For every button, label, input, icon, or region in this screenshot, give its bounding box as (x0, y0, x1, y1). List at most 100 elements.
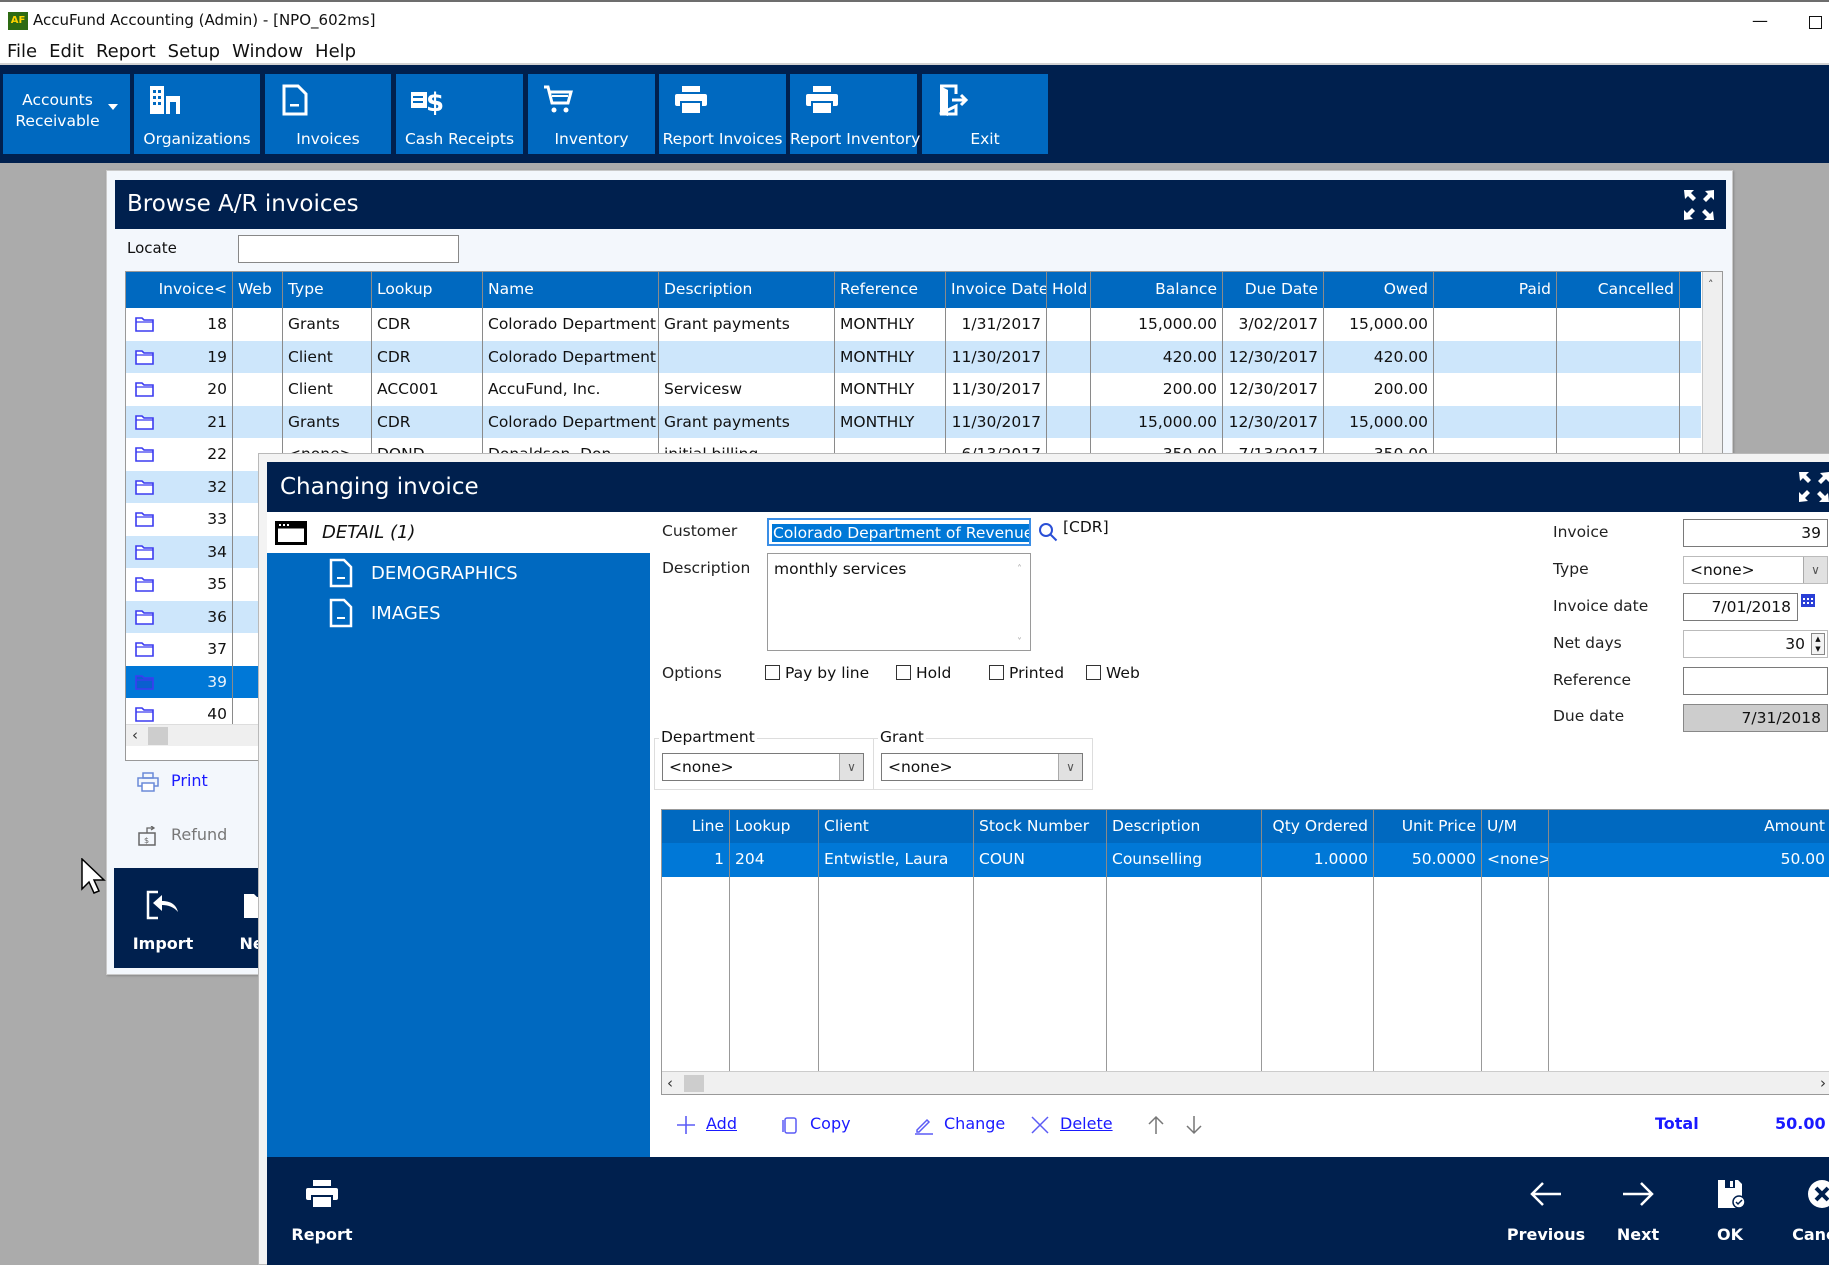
exit-button[interactable]: Exit (922, 74, 1048, 154)
invoices-button[interactable]: Invoices (265, 74, 391, 154)
column-header-invoice-date[interactable]: Invoice Date (946, 272, 1047, 308)
grant-select[interactable]: <none> ∨ (881, 753, 1083, 781)
column-header-due-date[interactable]: Due Date (1223, 272, 1324, 308)
inventory-button[interactable]: Inventory (528, 74, 655, 154)
scrollbar-thumb[interactable] (684, 1075, 704, 1092)
column-header-um[interactable]: U/M (1482, 810, 1549, 843)
column-header-description[interactable]: Description (659, 272, 835, 308)
ok-button[interactable]: OK (1685, 1157, 1775, 1257)
checkbox-box[interactable] (765, 665, 780, 680)
column-header-reference[interactable]: Reference (835, 272, 946, 308)
change-line-button[interactable]: Change (914, 1114, 1005, 1135)
invoice-number-input[interactable]: 39 (1683, 519, 1828, 547)
spinner-icon[interactable]: ▲ ▼ (1811, 633, 1825, 655)
column-header-paid[interactable]: Paid (1434, 272, 1557, 308)
menu-file[interactable]: File (2, 40, 42, 64)
search-icon[interactable] (1038, 522, 1058, 542)
cell-name: Colorado Department of Revenue (483, 308, 659, 341)
scrollbar-thumb[interactable] (148, 727, 168, 745)
column-header-line[interactable]: Line (662, 810, 730, 843)
scroll-left-icon[interactable]: ‹ (667, 1074, 673, 1092)
horizontal-scrollbar[interactable]: ‹ › (662, 1071, 1829, 1094)
column-header-name[interactable]: Name (483, 272, 659, 308)
copy-line-button[interactable]: Copy (780, 1114, 851, 1135)
menu-report[interactable]: Report (91, 40, 161, 64)
print-action[interactable]: Print (137, 771, 208, 792)
minimize-button[interactable]: — (1740, 6, 1780, 36)
reference-input[interactable] (1683, 667, 1828, 695)
cash-receipts-button[interactable]: $ Cash Receipts (396, 74, 523, 154)
column-header-unit-price[interactable]: Unit Price (1374, 810, 1482, 843)
menu-window[interactable]: Window (227, 40, 308, 64)
customer-input[interactable]: Colorado Department of Revenue (767, 518, 1031, 546)
invoice-date-input[interactable]: 7/01/2018 (1683, 593, 1798, 621)
column-header-description[interactable]: Description (1107, 810, 1262, 843)
table-row[interactable]: 1 204 Entwistle, Laura COUN Counselling 1.000… (662, 843, 1829, 877)
menu-help[interactable]: Help (310, 40, 361, 64)
cancel-button[interactable]: Cancel (1777, 1157, 1829, 1257)
table-row[interactable]: 20 Client ACC001 AccuFund, Inc. Servicesw MON… (126, 373, 1701, 406)
column-header-stock-number[interactable]: Stock Number (974, 810, 1107, 843)
printed-checkbox[interactable]: Printed (989, 664, 1064, 682)
column-header-owed[interactable]: Owed (1324, 272, 1434, 308)
column-header-amount[interactable]: Amount (1549, 810, 1829, 843)
add-line-button[interactable]: Add (676, 1114, 737, 1135)
report-invoices-button[interactable]: Report Invoices (659, 74, 786, 154)
net-days-input[interactable]: 30 ▲ ▼ (1683, 630, 1828, 658)
column-header-hold[interactable]: Hold (1047, 272, 1091, 308)
report-inventory-button[interactable]: Report Inventory (790, 74, 920, 154)
next-button[interactable]: Next (1593, 1157, 1683, 1257)
menu-setup[interactable]: Setup (163, 40, 225, 64)
chevron-down-icon[interactable]: ∨ (1803, 557, 1827, 583)
locate-input[interactable] (238, 235, 459, 263)
cell-lookup: CDR (372, 308, 483, 341)
pay-by-line-checkbox[interactable]: Pay by line (765, 664, 869, 682)
checkbox-box[interactable] (1086, 665, 1101, 680)
refund-action[interactable]: $ Refund (137, 825, 227, 846)
dialog-bottom-toolbar: Report Previous Next OK Cancel (267, 1157, 1829, 1265)
move-line-up-button[interactable] (1146, 1114, 1176, 1135)
delete-line-button[interactable]: Delete (1030, 1114, 1113, 1135)
column-header-type[interactable]: Type (283, 272, 372, 308)
nav-item-demographics[interactable]: DEMOGRAPHICS (267, 553, 650, 593)
move-line-down-button[interactable] (1184, 1114, 1214, 1135)
department-select[interactable]: <none> ∨ (662, 753, 864, 781)
column-header-cancelled[interactable]: Cancelled (1557, 272, 1680, 308)
table-row[interactable]: 18 GrantsCDRColorado Department of Revenu… (126, 308, 1701, 341)
scroll-left-icon[interactable]: ‹ (132, 726, 138, 744)
chevron-down-icon[interactable]: ∨ (839, 754, 863, 780)
report-button[interactable]: Report (277, 1157, 367, 1257)
column-header-lookup[interactable]: Lookup (372, 272, 483, 308)
import-button[interactable]: Import (118, 868, 208, 968)
checkbox-box[interactable] (989, 665, 1004, 680)
description-scrollbar[interactable]: ˄ ˅ (1012, 554, 1030, 650)
scroll-right-icon[interactable]: › (1820, 1074, 1826, 1092)
expand-icon[interactable] (1682, 188, 1716, 222)
column-header-web[interactable]: Web (233, 272, 283, 308)
scroll-up-icon[interactable]: ˄ (1708, 278, 1714, 291)
table-row[interactable]: 21 GrantsCDRColorado Department of Revenu… (126, 405, 1701, 438)
column-header-client[interactable]: Client (819, 810, 974, 843)
nav-item-detail[interactable]: DETAIL (1) (267, 512, 650, 553)
scroll-up-icon[interactable]: ˄ (1017, 559, 1022, 581)
hold-checkbox[interactable]: Hold (896, 664, 951, 682)
expand-icon[interactable] (1797, 470, 1829, 504)
description-textarea[interactable]: monthly services ˄ ˅ (767, 553, 1031, 651)
column-header-balance[interactable]: Balance (1091, 272, 1223, 308)
table-row[interactable]: 19 ClientCDRColorado Department of Revenu… (126, 340, 1701, 373)
menu-edit[interactable]: Edit (44, 40, 89, 64)
calendar-icon[interactable] (1799, 591, 1817, 609)
module-selector-button[interactable]: Accounts Receivable (3, 74, 130, 154)
column-header-invoice[interactable]: Invoice< (126, 272, 233, 308)
maximize-button[interactable] (1795, 6, 1829, 36)
previous-button[interactable]: Previous (1501, 1157, 1591, 1257)
column-header-qty-ordered[interactable]: Qty Ordered (1262, 810, 1374, 843)
type-select[interactable]: <none> ∨ (1683, 556, 1828, 584)
scroll-down-icon[interactable]: ˅ (1017, 632, 1022, 650)
organizations-button[interactable]: Organizations (134, 74, 260, 154)
column-header-lookup[interactable]: Lookup (730, 810, 819, 843)
checkbox-box[interactable] (896, 665, 911, 680)
nav-item-images[interactable]: IMAGES (267, 593, 650, 633)
web-checkbox[interactable]: Web (1086, 664, 1140, 682)
chevron-down-icon[interactable]: ∨ (1058, 754, 1082, 780)
